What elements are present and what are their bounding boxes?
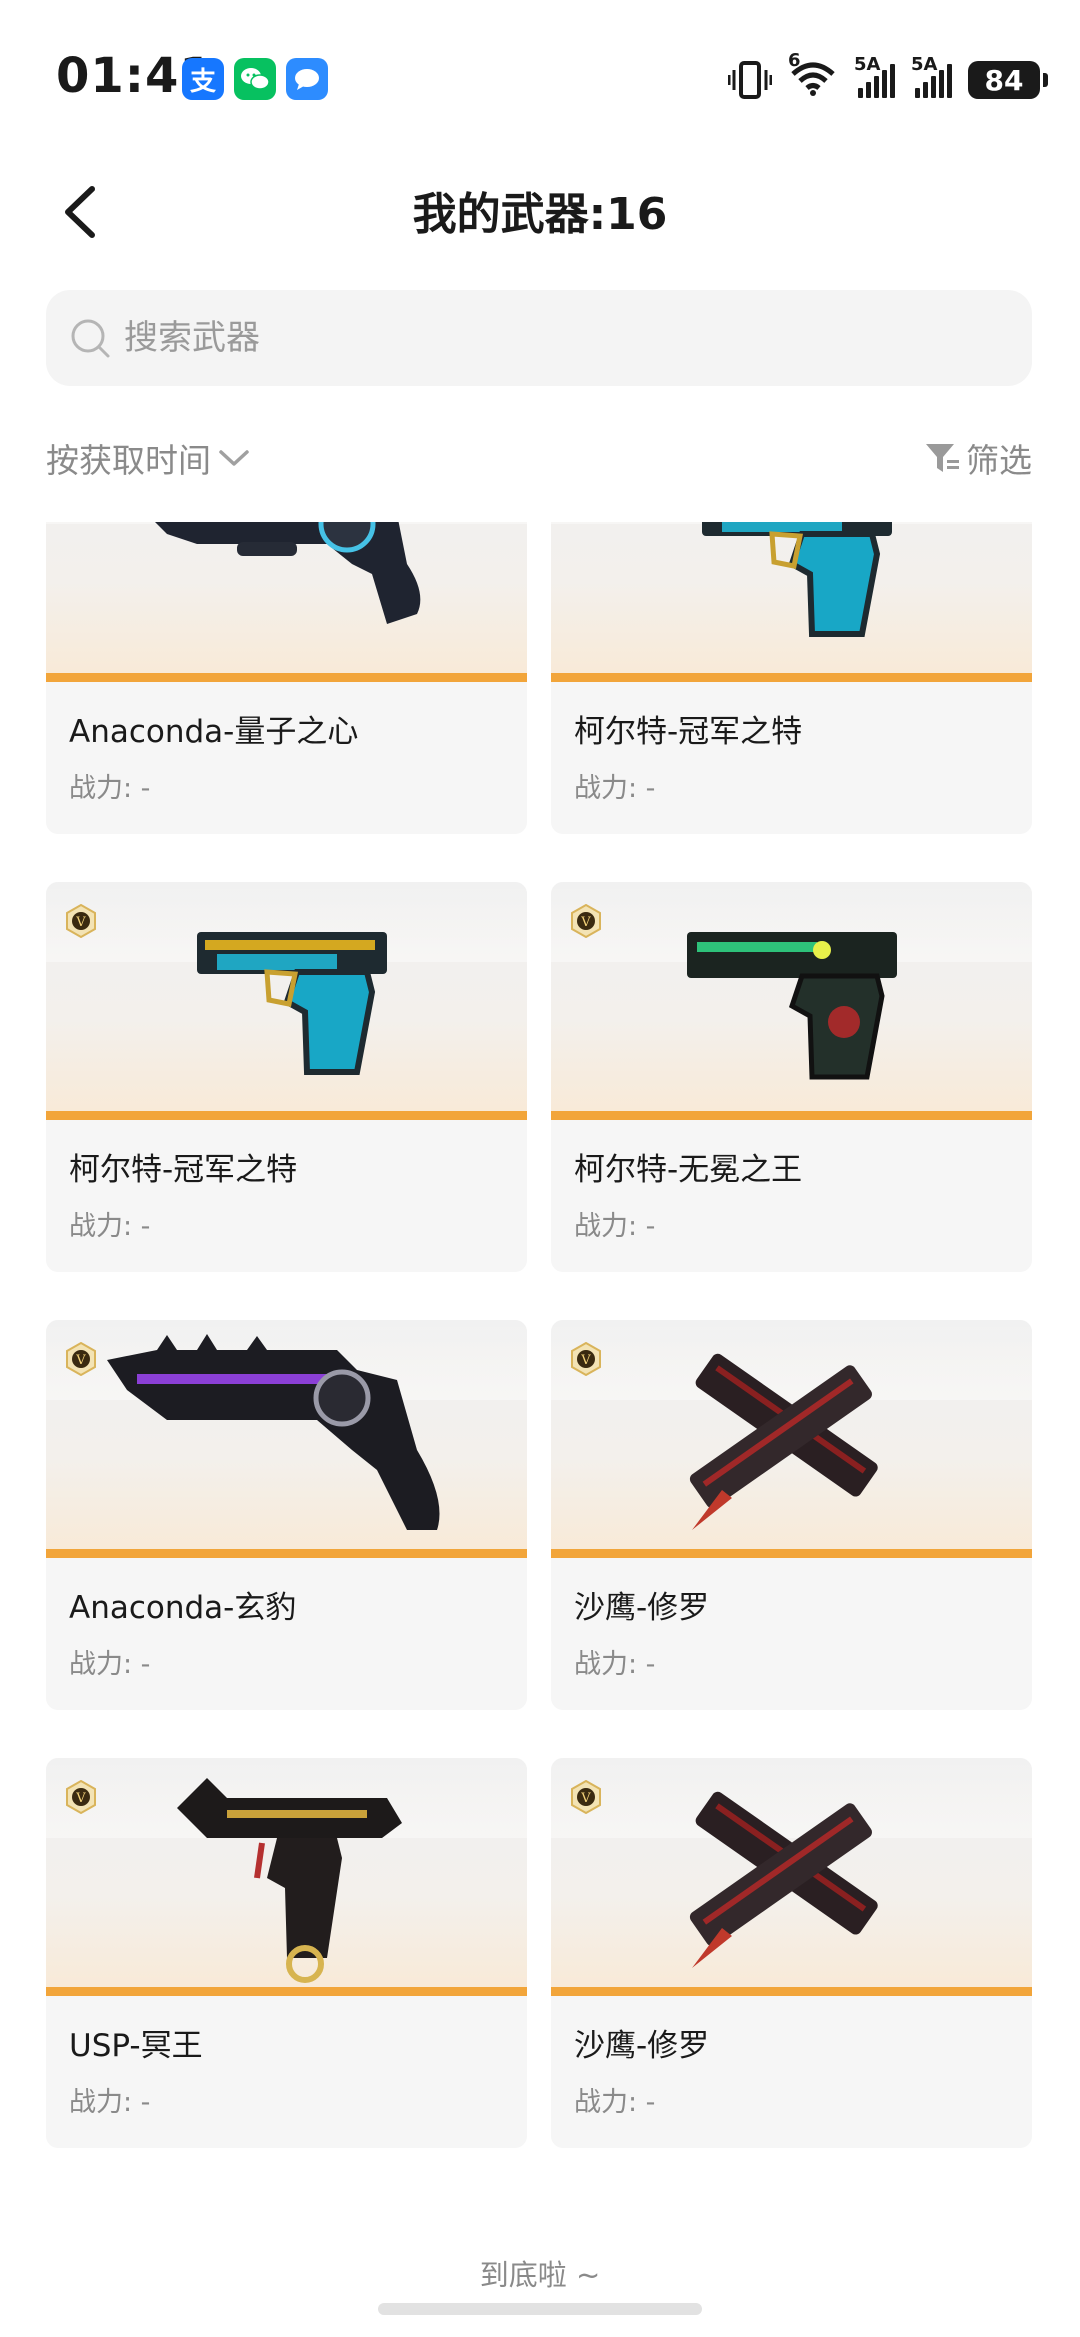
weapon-name: Anaconda-玄豹 — [69, 1590, 297, 1626]
weapon-name: 柯尔特-冠军之特 — [69, 1152, 298, 1188]
sort-label: 按获取时间 — [46, 441, 211, 480]
weapon-card[interactable]: V 柯尔特-无冕之王 战力: - — [551, 882, 1032, 1272]
signal-icon-1: 5A — [854, 54, 895, 98]
weapon-name: Anaconda-量子之心 — [69, 714, 359, 750]
weapon-image: V — [551, 1758, 1032, 1996]
revolver-icon — [106, 1334, 439, 1530]
crossed-pistols-icon — [689, 1791, 878, 1968]
signal-icon-2: 5A — [911, 54, 952, 98]
wechat-icon — [234, 58, 276, 100]
weapon-power: 战力: - — [574, 2087, 656, 2118]
search-icon — [71, 319, 110, 358]
weapon-image: V — [551, 522, 1032, 682]
home-indicator[interactable] — [378, 2303, 702, 2315]
weapon-name: 沙鹰-修罗 — [574, 2028, 710, 2064]
weapon-card[interactable]: V Anaconda-量子之心 战力: - — [46, 522, 527, 834]
pistol-icon — [701, 522, 892, 637]
wifi-icon: 6 — [788, 50, 838, 102]
weapon-card[interactable]: V 柯尔特-冠军之特 战力: - — [551, 522, 1032, 834]
vibrate-icon — [728, 61, 772, 99]
pistol-icon — [686, 932, 897, 1080]
filter-button[interactable]: 筛选 — [924, 434, 1032, 482]
svg-text:V: V — [580, 915, 591, 930]
v-badge-icon: V — [571, 1780, 601, 1814]
battery-icon: 84 — [968, 61, 1048, 99]
weapon-power: 战力: - — [69, 1649, 151, 1680]
pistol-icon — [196, 932, 387, 1075]
filter-label: 筛选 — [966, 441, 1032, 480]
weapon-image: V — [551, 882, 1032, 1120]
search-input[interactable] — [124, 318, 984, 358]
v-badge-icon: V — [66, 904, 96, 938]
v-badge-icon: V — [66, 1342, 96, 1376]
alipay-icon: 支 — [182, 58, 224, 100]
weapon-list[interactable]: V Anaconda-量子之心 战力: - V 柯尔特-冠军之特 战力: - V… — [0, 522, 1080, 2220]
weapon-power: 战力: - — [69, 1211, 151, 1242]
svg-text:V: V — [580, 1791, 591, 1806]
status-indicators: 6 5A 5A 84 — [728, 50, 1048, 102]
page-title: 我的武器:16 — [412, 189, 668, 240]
svg-text:V: V — [580, 1353, 591, 1368]
weapon-power: 战力: - — [574, 1649, 656, 1680]
sort-filter-bar: 按获取时间 筛选 — [46, 432, 1032, 484]
weapon-card[interactable]: V 柯尔特-冠军之特 战力: - — [46, 882, 527, 1272]
svg-text:V: V — [75, 915, 86, 930]
weapon-name: 柯尔特-冠军之特 — [574, 714, 803, 750]
weapon-image: V — [46, 522, 527, 682]
filter-icon — [926, 444, 959, 472]
v-badge-icon: V — [571, 904, 601, 938]
weapon-card[interactable]: V 沙鹰-修罗 战力: - — [551, 1320, 1032, 1710]
weapon-card[interactable]: V 沙鹰-修罗 战力: - — [551, 1758, 1032, 2148]
weapon-image: V — [46, 1320, 527, 1558]
status-bar: 01:41 支 6 5A 5A 84 — [0, 0, 1080, 150]
revolver-icon — [154, 522, 420, 624]
weapon-card[interactable]: V Anaconda-玄豹 战力: - — [46, 1320, 527, 1710]
weapon-name: USP-冥王 — [69, 2028, 203, 2064]
weapon-power: 战力: - — [69, 2087, 151, 2118]
weapon-image: V — [46, 1758, 527, 1996]
message-icon — [286, 58, 328, 100]
chevron-down-icon — [219, 450, 249, 466]
weapon-power: 战力: - — [574, 1211, 656, 1242]
weapon-card[interactable]: V USP-冥王 战力: - — [46, 1758, 527, 2148]
search-bar[interactable] — [46, 290, 1032, 386]
v-badge-icon: V — [571, 1342, 601, 1376]
svg-text:V: V — [75, 1353, 86, 1368]
svg-text:V: V — [75, 1791, 86, 1806]
weapon-power: 战力: - — [69, 773, 151, 804]
crossed-pistols-icon — [689, 1353, 878, 1530]
pistol-icon — [176, 1778, 402, 1983]
weapon-name: 沙鹰-修罗 — [574, 1590, 710, 1626]
weapon-image: V — [46, 882, 527, 1120]
weapon-power: 战力: - — [574, 773, 656, 804]
end-of-list-text: 到底啦 ~ — [479, 2258, 601, 2292]
weapon-name: 柯尔特-无冕之王 — [574, 1152, 803, 1188]
sort-dropdown[interactable]: 按获取时间 — [46, 434, 251, 482]
weapon-image: V — [551, 1320, 1032, 1558]
v-badge-icon: V — [66, 1780, 96, 1814]
